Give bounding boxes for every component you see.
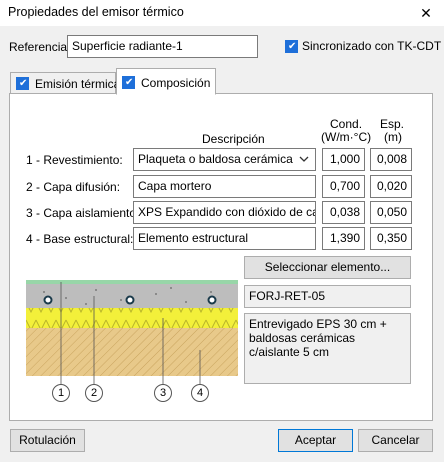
tab-composicion-label: Composición bbox=[141, 76, 211, 90]
layer-marker-1: 1 bbox=[52, 384, 70, 402]
layer-4-description[interactable]: Elemento estructural bbox=[133, 227, 316, 250]
layer-3-esp[interactable]: 0,050 bbox=[370, 201, 412, 224]
floor-section-illustration bbox=[26, 280, 238, 400]
cond-unit: (W/m·°C) bbox=[321, 130, 372, 144]
layer-2-label: 2 - Capa difusión: bbox=[26, 180, 121, 194]
layer-1-label: 1 - Revestimiento: bbox=[26, 153, 123, 167]
seleccionar-elemento-button[interactable]: Seleccionar elemento... bbox=[244, 256, 411, 279]
pipe-icon bbox=[125, 295, 135, 305]
cond-header: Cond. bbox=[330, 117, 363, 131]
layer-2-description[interactable]: Capa mortero bbox=[133, 175, 316, 198]
esp-unit: (m) bbox=[384, 130, 402, 144]
layer-3-cond[interactable]: 0,038 bbox=[322, 201, 365, 224]
tile-layer bbox=[26, 280, 238, 284]
insulation-layer bbox=[26, 308, 238, 328]
sincronizado-label: Sincronizado con TK-CDT bbox=[302, 39, 442, 53]
esp-header: Esp. bbox=[380, 117, 405, 131]
element-code: FORJ-RET-05 bbox=[244, 285, 411, 308]
layer-marker-2: 2 bbox=[85, 384, 103, 402]
element-description: Entrevigado EPS 30 cm + baldosas cerámic… bbox=[244, 313, 411, 384]
pipe-icon bbox=[207, 295, 217, 305]
checkmark-icon: ✔ bbox=[19, 78, 28, 89]
layer-4-cond[interactable]: 1,390 bbox=[322, 227, 365, 250]
descripcion-header: Descripción bbox=[202, 132, 265, 146]
checkmark-icon: ✔ bbox=[125, 77, 134, 88]
layer-2-cond[interactable]: 0,700 bbox=[322, 175, 365, 198]
layer-marker-3: 3 bbox=[154, 384, 172, 402]
tab-emision-label: Emisión térmica bbox=[35, 77, 121, 91]
referencia-input[interactable]: Superficie radiante-1 bbox=[67, 35, 258, 58]
layer-marker-4: 4 bbox=[191, 384, 209, 402]
tab-emision-termica[interactable]: ✔ Emisión térmica bbox=[10, 72, 120, 94]
rotulacion-button[interactable]: Rotulación bbox=[10, 429, 85, 452]
layer-4-esp[interactable]: 0,350 bbox=[370, 227, 412, 250]
cancelar-button[interactable]: Cancelar bbox=[358, 429, 433, 452]
layer-1-select[interactable]: Plaqueta o baldosa cerámica bbox=[133, 148, 316, 171]
layer-1-description: Plaqueta o baldosa cerámica bbox=[138, 152, 293, 166]
layer-1-esp[interactable]: 0,008 bbox=[370, 148, 412, 171]
layer-3-description[interactable]: XPS Expandido con dióxido de carbor bbox=[133, 201, 316, 224]
window-title: Propiedades del emisor térmico bbox=[8, 5, 184, 19]
tab-composicion-checkbox[interactable]: ✔ bbox=[122, 76, 135, 89]
chevron-down-icon[interactable] bbox=[297, 152, 311, 166]
tab-composicion[interactable]: ✔ Composición bbox=[116, 68, 216, 95]
layer-2-esp[interactable]: 0,020 bbox=[370, 175, 412, 198]
close-icon[interactable]: ✕ bbox=[414, 3, 438, 23]
checkmark-icon: ✔ bbox=[288, 41, 297, 52]
referencia-label: Referencia: bbox=[9, 40, 71, 54]
sincronizado-checkbox[interactable]: ✔ bbox=[285, 40, 298, 53]
tab-emision-checkbox[interactable]: ✔ bbox=[16, 77, 29, 90]
pipe-icon bbox=[43, 295, 53, 305]
structural-layer bbox=[26, 328, 238, 376]
layer-1-cond[interactable]: 1,000 bbox=[322, 148, 365, 171]
layer-3-label: 3 - Capa aislamiento: bbox=[26, 206, 140, 220]
aceptar-button[interactable]: Aceptar bbox=[278, 429, 353, 452]
layer-4-label: 4 - Base estructural: bbox=[26, 232, 134, 246]
